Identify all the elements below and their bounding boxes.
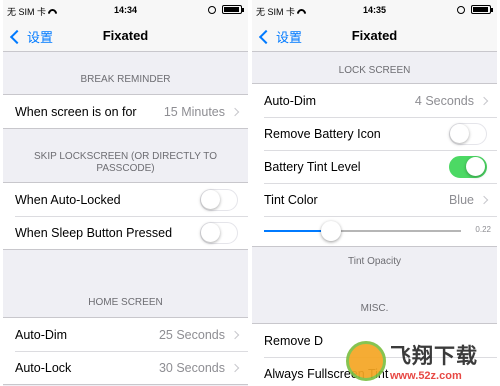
tint-opacity-footer: Tint Opacity <box>348 256 401 267</box>
left-screen: 无 SIM 卡 14:34 设置 Fixated BREAK REMINDER … <box>3 0 248 386</box>
tint-opacity-thumb[interactable] <box>320 221 341 241</box>
status-bar: 无 SIM 卡 14:34 <box>3 0 248 20</box>
rotation-lock-icon <box>457 5 465 14</box>
status-bar: 无 SIM 卡 14:35 <box>252 0 497 20</box>
battery-icon <box>222 5 244 14</box>
section-header-misc: MISC. <box>360 303 389 314</box>
watermark-title: 飞翔下载 <box>390 345 478 368</box>
row-label: When Sleep Button Pressed <box>15 225 173 240</box>
tint-opacity-slider-row: 0.22 <box>252 216 497 246</box>
remove-battery-icon-row: Remove Battery Icon <box>252 117 497 150</box>
chevron-left-icon <box>9 29 25 44</box>
section-header-break-reminder: BREAK REMINDER <box>80 74 171 85</box>
tint-color-row[interactable]: Tint Color Blue <box>252 183 497 216</box>
row-value: 30 Seconds <box>158 360 225 375</box>
nav-bar: 设置 Fixated <box>3 20 248 52</box>
home-auto-lock-row[interactable]: Auto-Lock 30 Seconds <box>3 351 248 384</box>
home-auto-dim-row[interactable]: Auto-Dim 25 Seconds <box>3 318 248 351</box>
remove-battery-icon-toggle[interactable] <box>449 122 487 145</box>
battery-icon <box>471 5 493 14</box>
section-header-lock-screen: LOCK SCREEN <box>338 65 411 76</box>
watermark-logo-icon <box>346 341 386 381</box>
row-label: When screen is on for <box>15 104 137 119</box>
row-value: 25 Seconds <box>158 327 225 342</box>
chevron-right-icon <box>479 195 489 204</box>
row-value: 4 Seconds <box>414 93 474 108</box>
back-label: 设置 <box>276 30 303 45</box>
right-screen: 无 SIM 卡 14:35 设置 Fixated LOCK SCREEN Aut… <box>252 0 497 386</box>
watermark-url: www.52z.com <box>390 370 462 382</box>
chevron-right-icon <box>230 107 240 116</box>
battery-tint-level-toggle[interactable] <box>449 155 487 178</box>
when-auto-locked-toggle[interactable] <box>200 188 238 211</box>
chevron-right-icon <box>230 330 240 339</box>
chevron-left-icon <box>258 29 274 44</box>
chevron-right-icon <box>479 96 489 105</box>
row-label: Auto-Dim <box>264 93 317 108</box>
chevron-right-icon <box>230 363 240 372</box>
section-header-home-screen: HOME SCREEN <box>88 297 163 308</box>
nav-bar: 设置 Fixated <box>252 20 497 52</box>
when-sleep-button-toggle[interactable] <box>200 221 238 244</box>
row-label: Remove Battery Icon <box>264 126 381 141</box>
back-label: 设置 <box>27 30 54 45</box>
row-value: Blue <box>448 192 474 207</box>
back-button[interactable]: 设置 <box>258 27 302 46</box>
row-value: 15 Minutes <box>163 104 225 119</box>
row-label: Battery Tint Level <box>264 159 361 174</box>
lock-auto-dim-row[interactable]: Auto-Dim 4 Seconds <box>252 84 497 117</box>
back-button[interactable]: 设置 <box>9 27 53 46</box>
row-label: When Auto-Locked <box>15 192 121 207</box>
break-reminder-row[interactable]: When screen is on for 15 Minutes <box>3 95 248 128</box>
when-auto-locked-row: When Auto-Locked <box>3 183 248 216</box>
watermark: 飞翔下载 www.52z.com <box>346 338 496 384</box>
section-header-skip-lockscreen: SKIP LOCKSCREEN (OR DIRECTLY TO PASSCODE… <box>33 151 217 174</box>
row-label: Tint Color <box>264 192 318 207</box>
tint-opacity-track[interactable] <box>264 221 461 241</box>
when-sleep-button-row: When Sleep Button Pressed <box>3 216 248 249</box>
row-label: Auto-Lock <box>15 360 72 375</box>
row-label: Auto-Dim <box>15 327 68 342</box>
battery-tint-level-row: Battery Tint Level <box>252 150 497 183</box>
rotation-lock-icon <box>208 5 216 14</box>
tint-opacity-value: 0.22 <box>475 225 491 234</box>
